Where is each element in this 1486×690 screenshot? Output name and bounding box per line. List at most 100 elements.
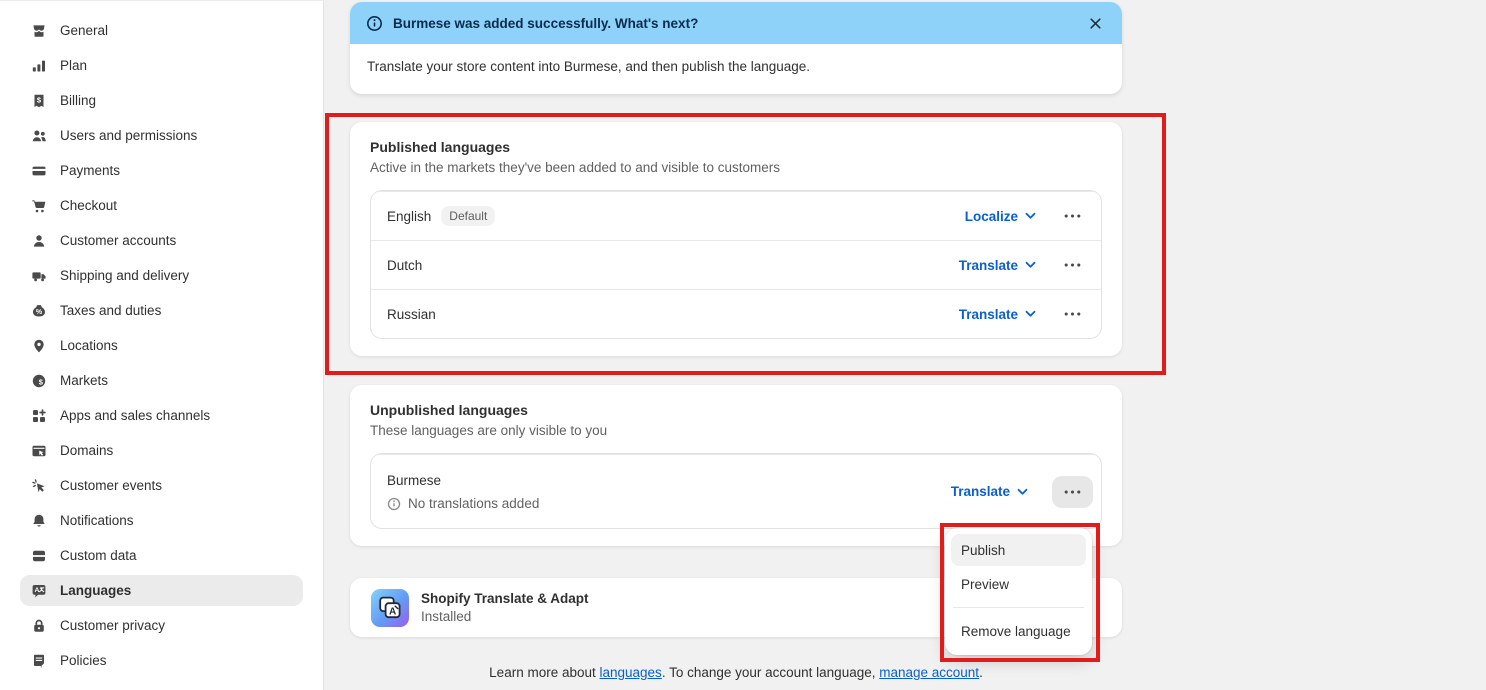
manage-account-link[interactable]: manage account <box>879 665 979 680</box>
sidebar-item-label: Customer accounts <box>60 233 176 248</box>
language-name: Dutch <box>387 258 422 273</box>
sidebar-item-label: Customer privacy <box>60 618 165 633</box>
published-languages-list: English Default Localize Dutch <box>370 190 1102 339</box>
sidebar-item[interactable]: Custom data <box>20 540 303 571</box>
published-languages-subtitle: Active in the markets they've been added… <box>370 160 1102 175</box>
translate-icon: A <box>30 582 47 599</box>
language-row: Dutch Translate <box>371 240 1101 289</box>
billing-icon: $ <box>30 92 47 109</box>
sidebar-item[interactable]: Notifications <box>20 505 303 536</box>
store-icon <box>30 22 47 39</box>
sidebar-item[interactable]: $ Billing <box>20 85 303 116</box>
sidebar-item[interactable]: Plan <box>20 50 303 81</box>
sidebar-item-label: Taxes and duties <box>60 303 161 318</box>
menu-divider <box>953 607 1084 608</box>
sidebar-item[interactable]: Domains <box>20 435 303 466</box>
payments-icon <box>30 162 47 179</box>
svg-text:A: A <box>389 606 396 617</box>
sidebar-item-label: Languages <box>60 583 131 598</box>
sidebar-item[interactable]: Users and permissions <box>20 120 303 151</box>
sidebar-item[interactable]: Locations <box>20 330 303 361</box>
plan-icon <box>30 57 47 74</box>
location-pin-icon <box>30 337 47 354</box>
settings-nav: General Plan $ Billing Users and permiss… <box>12 15 311 676</box>
info-icon <box>387 497 401 511</box>
truck-icon <box>30 267 47 284</box>
chevron-down-icon <box>1017 488 1028 496</box>
sidebar-item-label: Checkout <box>60 198 117 213</box>
menu-item[interactable]: Remove language <box>951 615 1086 647</box>
more-actions-button[interactable] <box>1060 208 1085 224</box>
sidebar-item-label: Customer events <box>60 478 162 493</box>
no-translations-note: No translations added <box>408 496 539 511</box>
sidebar-item-label: Locations <box>60 338 118 353</box>
banner-body: Translate your store content into Burmes… <box>350 44 1122 94</box>
globe-dollar-icon: $ <box>30 372 47 389</box>
language-action-button[interactable]: Translate <box>959 258 1036 273</box>
app-title: Shopify Translate & Adapt <box>421 591 589 606</box>
sidebar-item[interactable]: $ Markets <box>20 365 303 396</box>
sidebar-item-label: Domains <box>60 443 113 458</box>
sidebar-item[interactable]: Payments <box>20 155 303 186</box>
tax-icon: % <box>30 302 47 319</box>
more-actions-button[interactable] <box>1060 257 1085 273</box>
lock-icon <box>30 617 47 634</box>
sidebar-item[interactable]: Customer accounts <box>20 225 303 256</box>
sidebar-item-label: Payments <box>60 163 120 178</box>
language-name: Russian <box>387 307 436 322</box>
sidebar-item-label: General <box>60 23 108 38</box>
sidebar-item[interactable]: Customer privacy <box>20 610 303 641</box>
menu-item[interactable]: Preview <box>951 568 1086 600</box>
users-icon <box>30 127 47 144</box>
close-icon[interactable] <box>1084 12 1106 34</box>
sidebar-item[interactable]: Customer events <box>20 470 303 501</box>
sidebar-item[interactable]: Checkout <box>20 190 303 221</box>
more-actions-button[interactable] <box>1060 306 1085 322</box>
chevron-down-icon <box>1025 212 1036 220</box>
menu-item[interactable]: Publish <box>951 534 1086 566</box>
sidebar-item-label: Users and permissions <box>60 128 197 143</box>
sidebar-item-label: Custom data <box>60 548 137 563</box>
chevron-down-icon <box>1025 310 1036 318</box>
info-icon <box>366 15 383 32</box>
svg-text:A: A <box>34 587 39 594</box>
more-actions-button[interactable] <box>1052 476 1093 508</box>
language-name: English <box>387 209 431 224</box>
bell-icon <box>30 512 47 529</box>
sidebar-item[interactable]: Policies <box>20 645 303 676</box>
default-badge: Default <box>441 206 495 226</box>
sidebar-item-label: Markets <box>60 373 108 388</box>
language-action-button[interactable]: Translate <box>951 484 1028 499</box>
ellipsis-icon <box>1064 312 1081 316</box>
domain-window-icon <box>30 442 47 459</box>
checkout-icon <box>30 197 47 214</box>
published-languages-title: Published languages <box>370 139 1102 155</box>
sidebar-item[interactable]: % Taxes and duties <box>20 295 303 326</box>
database-icon <box>30 547 47 564</box>
chevron-down-icon <box>1025 261 1036 269</box>
sidebar-item-label: Billing <box>60 93 96 108</box>
unpublished-languages-list: Burmese No translations added Translate <box>370 453 1102 529</box>
language-row: Russian Translate <box>371 289 1101 338</box>
sidebar-item[interactable]: Shipping and delivery <box>20 260 303 291</box>
settings-sidebar: General Plan $ Billing Users and permiss… <box>0 0 324 690</box>
language-name: Burmese <box>387 473 441 488</box>
person-icon <box>30 232 47 249</box>
ellipsis-icon <box>1064 214 1081 218</box>
language-actions-menu: Publish Preview Remove language <box>945 528 1092 655</box>
banner-title: Burmese was added successfully. What's n… <box>393 16 698 31</box>
languages-help-link[interactable]: languages <box>600 665 662 680</box>
sidebar-item-label: Policies <box>60 653 107 668</box>
sidebar-item-label: Notifications <box>60 513 134 528</box>
published-languages-card: Published languages Active in the market… <box>350 122 1122 356</box>
svg-text:%: % <box>35 309 42 316</box>
sidebar-item[interactable]: General <box>20 15 303 46</box>
sidebar-item[interactable]: A Languages <box>20 575 303 606</box>
language-action-button[interactable]: Translate <box>959 307 1036 322</box>
app-status: Installed <box>421 609 589 624</box>
ellipsis-icon <box>1064 263 1081 267</box>
language-action-button[interactable]: Localize <box>965 209 1036 224</box>
sidebar-item[interactable]: Apps and sales channels <box>20 400 303 431</box>
unpublished-languages-title: Unpublished languages <box>370 402 1102 418</box>
page-footer: Learn more about languages. To change yo… <box>350 665 1122 680</box>
